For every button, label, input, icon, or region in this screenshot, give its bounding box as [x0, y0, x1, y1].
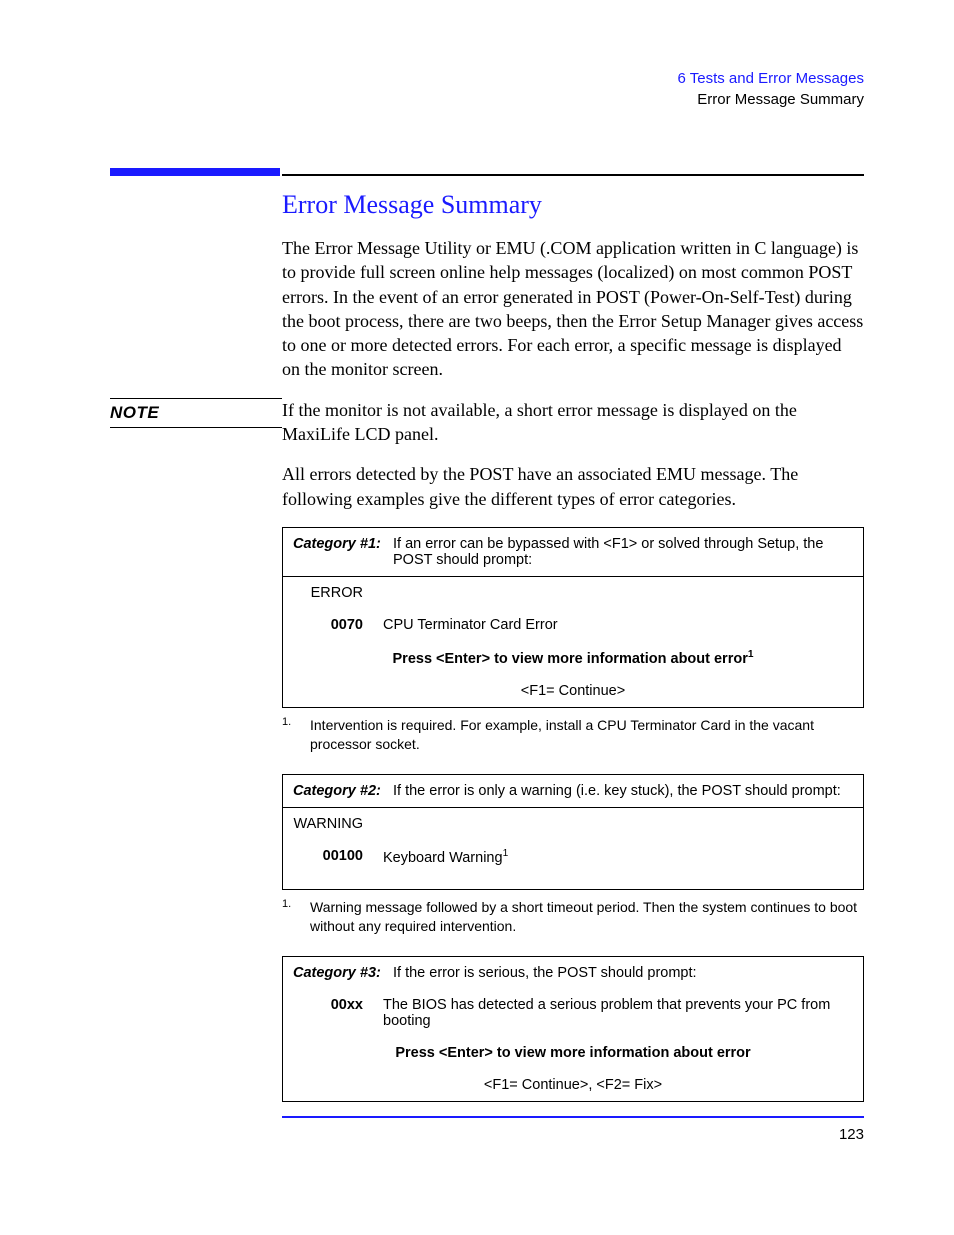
cat3-desc: If the error is serious, the POST should…	[393, 965, 853, 981]
cat1-label: Category #1:	[293, 536, 393, 568]
cat2-code: 00100	[293, 848, 383, 866]
cat2-kind: WARNING	[293, 816, 383, 832]
cat1-code: 0070	[293, 617, 383, 633]
page-title: Error Message Summary	[282, 190, 864, 220]
cat1-desc: If an error can be bypassed with <F1> or…	[393, 536, 853, 568]
footnote-1: 1. Intervention is required. For example…	[282, 716, 864, 754]
cat3-continue: <F1= Continue>, <F2= Fix>	[283, 1069, 863, 1101]
cat1-kind: ERROR	[293, 585, 383, 601]
para-2: All errors detected by the POST have an …	[282, 462, 864, 511]
intro-paragraph: The Error Message Utility or EMU (.COM a…	[282, 236, 864, 382]
top-rule	[110, 168, 864, 176]
cat3-code: 00xx	[293, 997, 383, 1029]
category-3-table: Category #3: If the error is serious, th…	[282, 956, 864, 1102]
cat2-msg: Keyboard Warning1	[383, 848, 853, 866]
bottom-rule	[282, 1116, 864, 1118]
category-1-table: Category #1: If an error can be bypassed…	[282, 527, 864, 708]
note-text: If the monitor is not available, a short…	[282, 398, 864, 447]
cat1-msg: CPU Terminator Card Error	[383, 617, 853, 633]
cat2-desc: If the error is only a warning (i.e. key…	[393, 783, 853, 799]
footnote-2: 1. Warning message followed by a short t…	[282, 898, 864, 936]
cat3-label: Category #3:	[293, 965, 393, 981]
note-label: NOTE	[110, 398, 282, 428]
header-chapter: 6 Tests and Error Messages	[110, 70, 864, 87]
cat3-msg: The BIOS has detected a serious problem …	[383, 997, 853, 1029]
page-number: 123	[110, 1126, 864, 1143]
cat2-label: Category #2:	[293, 783, 393, 799]
cat1-press: Press <Enter> to view more information a…	[283, 641, 863, 675]
cat1-continue: <F1= Continue>	[283, 675, 863, 707]
category-2-table: Category #2: If the error is only a warn…	[282, 774, 864, 891]
header-section: Error Message Summary	[110, 91, 864, 108]
cat3-press: Press <Enter> to view more information a…	[283, 1037, 863, 1069]
